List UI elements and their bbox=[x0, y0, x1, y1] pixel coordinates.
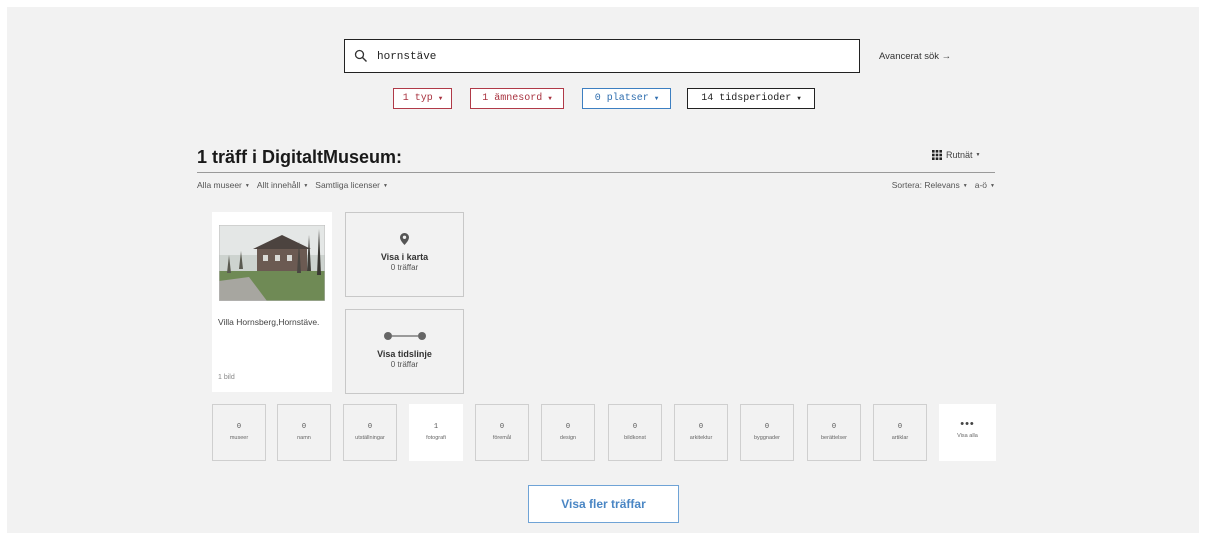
filter-type[interactable]: 1 typ ▼ bbox=[393, 88, 452, 109]
advanced-search-link[interactable]: Avancerat sök → bbox=[879, 51, 951, 62]
result-card[interactable]: Villa Hornsberg,Hornstäve. 1 bild bbox=[212, 212, 332, 392]
more-dots-icon: ••• bbox=[960, 418, 975, 430]
filter-places[interactable]: 0 platser ▼ bbox=[582, 88, 671, 109]
category-label: design bbox=[559, 435, 577, 441]
filter-subject-label: 1 ämnesord bbox=[482, 93, 543, 104]
category-count: 0 bbox=[565, 423, 571, 431]
search-input[interactable] bbox=[375, 46, 849, 68]
category-photography[interactable]: 1 fotografi bbox=[409, 404, 463, 461]
chevron-down-icon: ▼ bbox=[990, 182, 995, 189]
category-count: 0 bbox=[698, 423, 704, 431]
chevron-down-icon: ▼ bbox=[548, 95, 552, 102]
show-more-results-button[interactable]: Visa fler träffar bbox=[528, 485, 679, 523]
category-label: berättelser bbox=[821, 435, 847, 441]
search-icon bbox=[354, 49, 367, 62]
chevron-down-icon: ▼ bbox=[244, 182, 250, 189]
category-label: museer bbox=[229, 435, 249, 441]
category-stories[interactable]: 0 berättelser bbox=[807, 404, 861, 461]
category-label: artiklar bbox=[891, 435, 909, 441]
filter-time-periods-label: 14 tidsperioder bbox=[701, 93, 792, 104]
chevron-down-icon: ▼ bbox=[438, 95, 443, 102]
filter-time-periods[interactable]: 14 tidsperioder ▼ bbox=[687, 88, 815, 109]
category-count: 0 bbox=[764, 423, 770, 431]
content-filter[interactable]: Allt innehåll ▼ bbox=[257, 180, 308, 190]
category-label: bildkonst bbox=[624, 435, 646, 441]
category-articles[interactable]: 0 artiklar bbox=[873, 404, 927, 461]
category-count: 0 bbox=[632, 423, 638, 431]
license-filter-label: Samtliga licenser bbox=[315, 180, 381, 190]
category-museums[interactable]: 0 museer bbox=[212, 404, 266, 461]
timeline-icon bbox=[383, 332, 426, 340]
result-image-count: 1 bild bbox=[218, 374, 235, 381]
sort-order-label: a-ö bbox=[974, 180, 988, 190]
category-buildings[interactable]: 0 byggnader bbox=[740, 404, 794, 461]
category-count: 0 bbox=[831, 423, 837, 431]
chevron-down-icon: ▼ bbox=[975, 152, 981, 158]
chevron-down-icon: ▼ bbox=[654, 95, 659, 102]
category-exhibitions[interactable]: 0 utställningar bbox=[343, 404, 397, 461]
sort-controls: Sortera: Relevans ▼ a-ö ▼ bbox=[885, 180, 995, 190]
category-count: 0 bbox=[897, 423, 903, 431]
main-panel bbox=[7, 7, 1199, 533]
category-count: 0 bbox=[367, 423, 373, 431]
category-label: arkitektur bbox=[689, 435, 713, 441]
category-fine-art[interactable]: 0 bildkonst bbox=[608, 404, 662, 461]
result-thumbnail bbox=[219, 225, 325, 301]
show-all-label: Visa alla bbox=[957, 433, 978, 439]
sort-relevance[interactable]: Sortera: Relevans ▼ bbox=[892, 180, 968, 190]
sort-relevance-label: Sortera: Relevans bbox=[891, 180, 960, 190]
category-count: 1 bbox=[433, 423, 439, 431]
category-names[interactable]: 0 namn bbox=[277, 404, 331, 461]
results-heading: 1 träff i DigitaltMuseum: bbox=[197, 147, 403, 167]
category-design[interactable]: 0 design bbox=[541, 404, 595, 461]
filter-places-label: 0 platser bbox=[594, 93, 649, 104]
category-count: 0 bbox=[499, 423, 505, 431]
content-filter-label: Allt innehåll bbox=[256, 180, 301, 190]
museum-filter[interactable]: Alla museer ▼ bbox=[197, 180, 250, 190]
category-label: utställningar bbox=[355, 435, 385, 441]
show-all-button[interactable]: ••• Visa alla bbox=[939, 404, 996, 461]
sub-filters: Alla museer ▼ Allt innehåll ▼ Samtliga lic… bbox=[197, 180, 395, 190]
category-label: fotografi bbox=[426, 435, 446, 441]
grid-icon bbox=[932, 150, 942, 160]
category-label: namn bbox=[297, 435, 311, 441]
category-architecture[interactable]: 0 arkitektur bbox=[674, 404, 728, 461]
view-toggle-label: Rutnät bbox=[946, 150, 973, 160]
filter-subject[interactable]: 1 ämnesord ▼ bbox=[470, 88, 564, 109]
license-filter[interactable]: Samtliga licenser ▼ bbox=[315, 180, 388, 190]
show-map-label: Visa i karta bbox=[380, 252, 429, 262]
result-title: Villa Hornsberg,Hornstäve. bbox=[218, 317, 320, 327]
chevron-down-icon: ▼ bbox=[797, 95, 801, 102]
filter-type-label: 1 typ bbox=[402, 93, 433, 104]
map-pin-icon bbox=[400, 233, 409, 245]
show-timeline-count: 0 träffar bbox=[390, 360, 419, 369]
search-bar[interactable] bbox=[344, 39, 860, 73]
category-label: byggnader bbox=[754, 435, 780, 441]
show-timeline-label: Visa tidslinje bbox=[377, 349, 432, 359]
category-objects[interactable]: 0 föremål bbox=[475, 404, 529, 461]
category-label: föremål bbox=[492, 435, 512, 441]
view-toggle[interactable]: Rutnät ▼ bbox=[932, 150, 980, 160]
show-timeline-button[interactable]: Visa tidslinje 0 träffar bbox=[345, 309, 464, 394]
show-map-button[interactable]: Visa i karta 0 träffar bbox=[345, 212, 464, 297]
show-map-count: 0 träffar bbox=[390, 263, 419, 272]
sort-order[interactable]: a-ö ▼ bbox=[975, 180, 995, 190]
chevron-down-icon: ▼ bbox=[383, 182, 388, 189]
divider bbox=[197, 172, 995, 173]
category-count: 0 bbox=[301, 423, 307, 431]
chevron-down-icon: ▼ bbox=[962, 182, 968, 189]
museum-filter-label: Alla museer bbox=[197, 180, 242, 190]
category-count: 0 bbox=[236, 423, 242, 431]
chevron-down-icon: ▼ bbox=[303, 182, 309, 189]
